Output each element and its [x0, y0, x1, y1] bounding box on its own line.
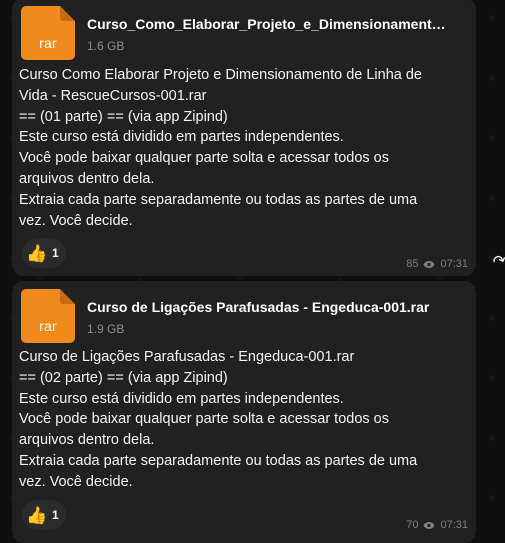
file-attachment[interactable]: rar Curso de Ligações Parafusadas - Enge…	[21, 289, 468, 343]
reaction-count: 1	[52, 508, 59, 522]
forward-arrow-icon[interactable]: ↷	[491, 251, 505, 272]
file-extension-label: rar	[39, 35, 57, 51]
message-time: 07:31	[440, 519, 468, 531]
eye-icon	[423, 260, 435, 268]
message-caption: Curso de Ligações Parafusadas - Engeduca…	[19, 349, 418, 490]
file-name[interactable]: Curso_Como_Elaborar_Projeto_e_Dimensiona…	[87, 16, 467, 32]
reaction-count: 1	[52, 246, 59, 260]
thumbs-up-icon: 👍	[26, 505, 48, 525]
message-time: 07:31	[440, 258, 468, 270]
file-size: 1.9 GB	[87, 322, 125, 336]
file-name[interactable]: Curso de Ligações Parafusadas - Engeduca…	[87, 299, 467, 315]
view-count: 70	[406, 519, 419, 531]
eye-icon	[423, 521, 435, 529]
view-count: 85	[406, 258, 419, 270]
rar-file-icon[interactable]: rar	[21, 6, 75, 60]
message-meta: 85 07:31	[406, 258, 468, 270]
message-meta: 70 07:31	[406, 519, 468, 531]
file-extension-label: rar	[39, 318, 57, 334]
reaction-thumbs-up-button[interactable]: 👍 1	[22, 500, 66, 530]
message-bubble[interactable]: rar Curso de Ligações Parafusadas - Enge…	[12, 281, 476, 543]
file-fold-icon	[60, 289, 75, 304]
thumbs-up-icon: 👍	[26, 243, 48, 263]
file-attachment[interactable]: rar Curso_Como_Elaborar_Projeto_e_Dimens…	[21, 6, 468, 60]
reaction-thumbs-up-button[interactable]: 👍 1	[22, 238, 66, 268]
file-fold-icon	[60, 6, 75, 21]
file-size: 1.6 GB	[87, 39, 125, 53]
rar-file-icon[interactable]: rar	[21, 289, 75, 343]
message-caption: Curso Como Elaborar Projeto e Dimensiona…	[19, 67, 422, 229]
message-bubble[interactable]: rar Curso_Como_Elaborar_Projeto_e_Dimens…	[12, 0, 476, 276]
